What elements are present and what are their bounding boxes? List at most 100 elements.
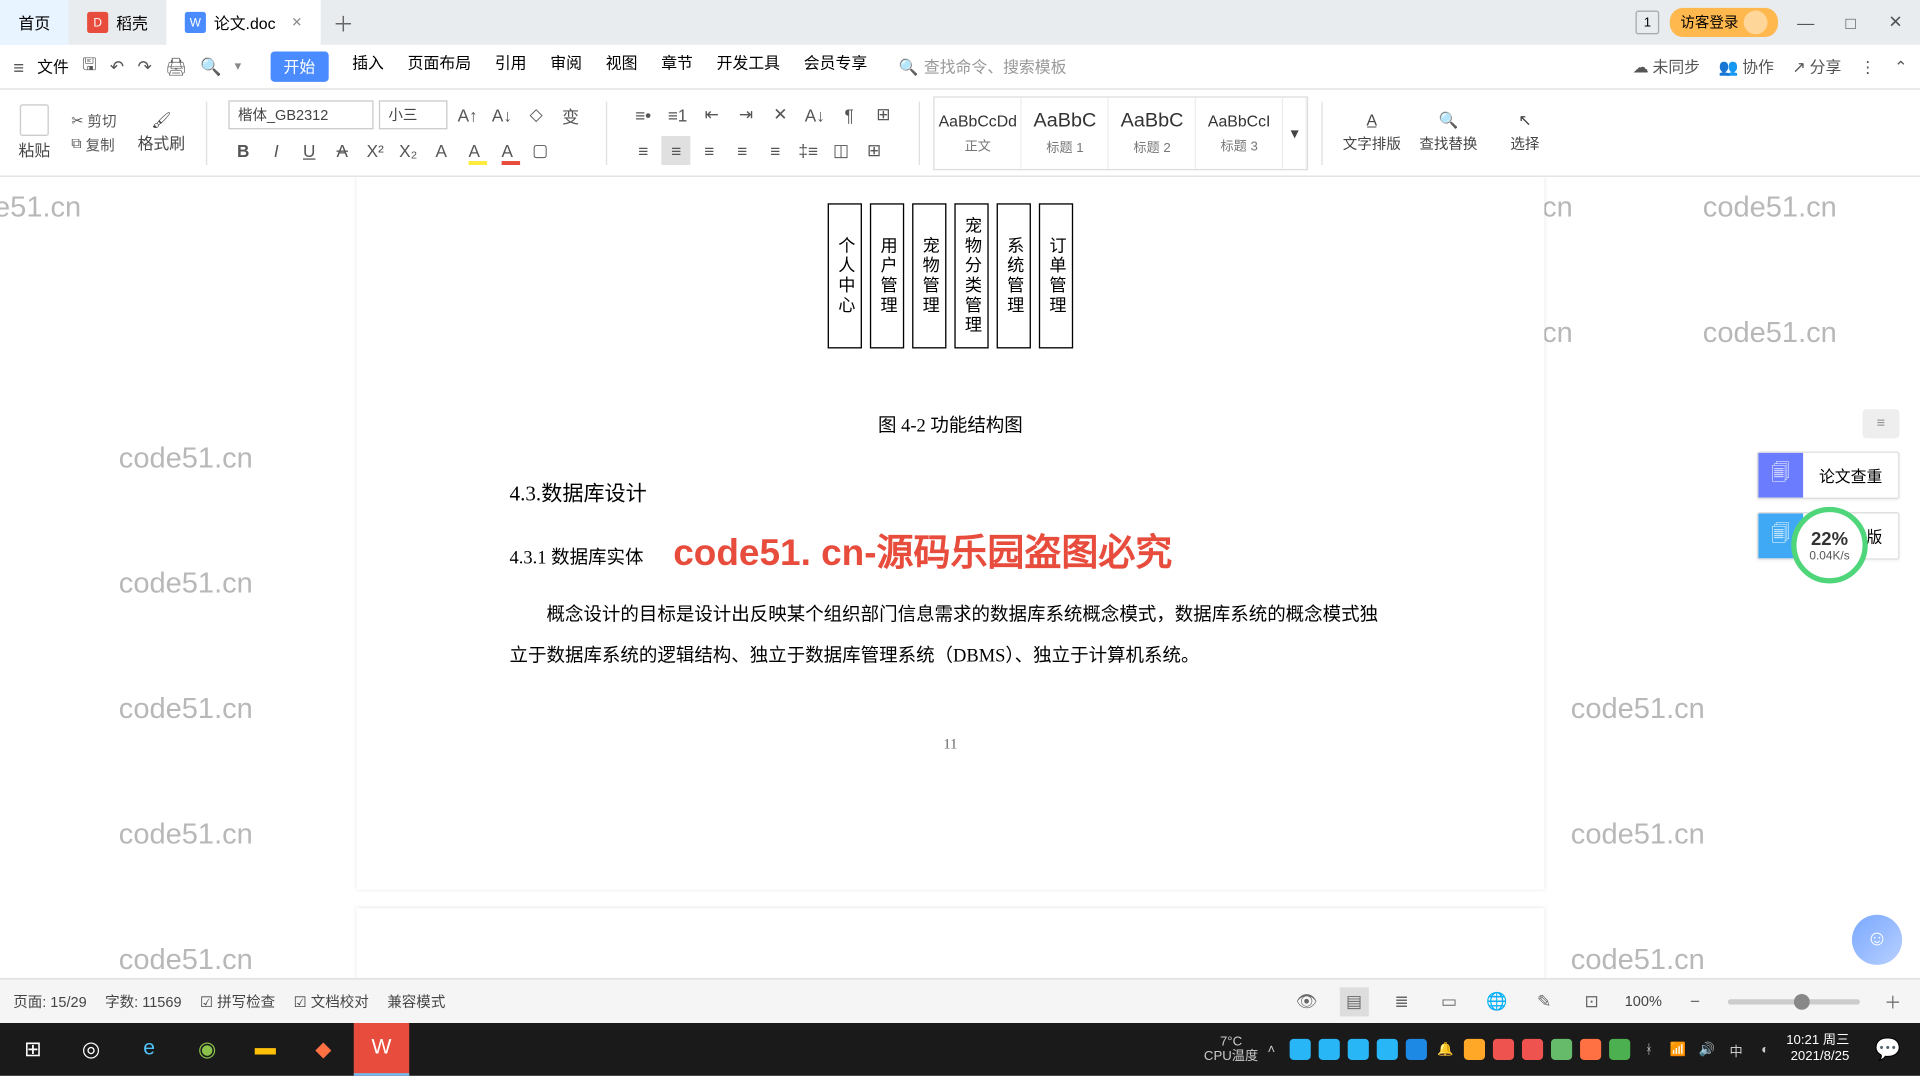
select-button[interactable]: ↖选择 (1489, 111, 1560, 155)
tray-shield-icon[interactable] (1406, 1039, 1427, 1060)
tray-up-icon[interactable]: ˄ (1261, 1039, 1282, 1060)
line-spacing-button[interactable]: ‡≡ (794, 136, 823, 165)
document-area[interactable]: code51.cn code51.cn code51.cn code51.cn … (0, 177, 1920, 1026)
style-heading3[interactable]: AaBbCcI标题 3 (1196, 97, 1283, 168)
ime-icon[interactable]: 中 (1725, 1039, 1746, 1060)
shading-button[interactable]: ◫ (827, 136, 856, 165)
tabs-button[interactable]: ⊞ (869, 100, 898, 129)
status-wordcount[interactable]: 字数: 11569 (105, 991, 181, 1012)
tray-icon[interactable] (1493, 1039, 1514, 1060)
show-marks-button[interactable]: ¶ (835, 100, 864, 129)
view-read-button[interactable]: ▭ (1435, 987, 1464, 1016)
strikethrough-button[interactable]: A (328, 136, 357, 165)
view-web-button[interactable]: 🌐 (1482, 987, 1511, 1016)
styles-more-button[interactable]: ▾ (1283, 97, 1307, 168)
tray-icon[interactable] (1464, 1039, 1485, 1060)
task-explorer[interactable]: ▬ (238, 1023, 293, 1076)
eye-icon[interactable]: 👁 (1292, 987, 1321, 1016)
find-replace-button[interactable]: 🔍查找替换 (1413, 111, 1484, 155)
redo-icon[interactable]: ↷ (138, 56, 152, 77)
tray-icon[interactable] (1319, 1039, 1340, 1060)
bluetooth-icon[interactable]: ᚼ (1638, 1039, 1659, 1060)
superscript-button[interactable]: X² (361, 136, 390, 165)
cut-button[interactable]: ✂ 剪切 (71, 110, 116, 131)
number-list-button[interactable]: ≡1 (663, 100, 692, 129)
task-wps[interactable]: W (354, 1023, 409, 1076)
task-app-1[interactable]: ◎ (63, 1023, 118, 1076)
tray-icon[interactable] (1551, 1039, 1572, 1060)
maximize-button[interactable]: □ (1833, 13, 1867, 33)
zoom-out-button[interactable]: − (1680, 987, 1709, 1016)
increase-indent-button[interactable]: ⇥ (732, 100, 761, 129)
volume-icon[interactable]: 🔊 (1696, 1039, 1717, 1060)
command-search[interactable]: 🔍查找命令、搜索模板 (899, 55, 1067, 77)
align-center-button[interactable]: ≡ (662, 136, 691, 165)
asian-layout-button[interactable]: ✕ (766, 100, 795, 129)
ribbon-tab-start[interactable]: 开始 (270, 51, 328, 81)
file-menu[interactable]: 文件 (37, 55, 69, 77)
minimize-button[interactable]: — (1789, 13, 1823, 33)
style-heading1[interactable]: AaBbC标题 1 (1022, 97, 1109, 168)
ribbon-tab-view[interactable]: 视图 (606, 51, 638, 81)
ribbon-tab-pagelayout[interactable]: 页面布局 (408, 51, 471, 81)
zoom-in-button[interactable]: ＋ (1878, 987, 1907, 1016)
speed-widget[interactable]: 22% 0.04K/s (1791, 507, 1868, 584)
bullet-list-button[interactable]: ≡• (629, 100, 658, 129)
styles-gallery[interactable]: AaBbCcDd正文 AaBbC标题 1 AaBbC标题 2 AaBbCcI标题… (934, 96, 1309, 170)
align-right-button[interactable]: ≡ (695, 136, 724, 165)
font-name-select[interactable]: 楷体_GB2312 (229, 100, 374, 129)
phonetic-icon[interactable]: 变 (556, 100, 585, 129)
ribbon-tab-devtools[interactable]: 开发工具 (717, 51, 780, 81)
guest-login-button[interactable]: 访客登录 (1670, 8, 1778, 37)
tray-icon[interactable] (1348, 1039, 1369, 1060)
ribbon-tab-insert[interactable]: 插入 (352, 51, 384, 81)
status-proofread[interactable]: ☑ 文档校对 (294, 991, 369, 1012)
coop-button[interactable]: 👥 协作 (1718, 55, 1773, 77)
ribbon-tab-chapter[interactable]: 章节 (661, 51, 693, 81)
status-page[interactable]: 页面: 15/29 (13, 991, 86, 1012)
tab-docell[interactable]: D稻壳 (69, 0, 167, 45)
tab-document[interactable]: W论文.doc✕ (166, 0, 321, 45)
char-border-button[interactable]: ▢ (526, 136, 555, 165)
float-assistant-icon[interactable]: ☺ (1852, 915, 1902, 965)
add-tab-button[interactable]: ＋ (321, 0, 366, 45)
format-painter-button[interactable]: 🖌格式刷 (138, 111, 186, 155)
text-layout-button[interactable]: A̲文字排版 (1336, 111, 1407, 155)
increase-font-icon[interactable]: A↑ (453, 100, 482, 129)
style-normal[interactable]: AaBbCcDd正文 (935, 97, 1022, 168)
tray-icon[interactable] (1522, 1039, 1543, 1060)
underline-button[interactable]: U (295, 136, 324, 165)
bold-button[interactable]: B (229, 136, 258, 165)
view-outline-button[interactable]: ≣ (1387, 987, 1416, 1016)
ribbon-tab-reference[interactable]: 引用 (495, 51, 527, 81)
plagiarism-check-button[interactable]: 🗐论文查重 (1757, 451, 1900, 499)
font-size-select[interactable]: 小三 (379, 100, 448, 129)
view-focus-button[interactable]: ✎ (1530, 987, 1559, 1016)
collapse-ribbon-icon[interactable]: ⌃ (1894, 57, 1907, 75)
notifications-button[interactable]: 💬 (1860, 1023, 1915, 1076)
subscript-button[interactable]: X₂ (394, 136, 423, 165)
zoom-slider[interactable] (1728, 999, 1860, 1004)
fit-page-button[interactable]: ⊡ (1577, 987, 1606, 1016)
font-color-button[interactable]: A (493, 136, 522, 165)
task-app-2[interactable]: ◆ (296, 1023, 351, 1076)
tray-icon[interactable] (1580, 1039, 1601, 1060)
collapse-side-icon[interactable]: ≡ (1863, 409, 1900, 438)
clear-format-icon[interactable]: ◇ (522, 100, 551, 129)
text-effect-button[interactable]: A (427, 136, 456, 165)
print-icon[interactable]: 🖨 (165, 56, 187, 77)
tab-home[interactable]: 首页 (0, 0, 69, 45)
close-tab-icon[interactable]: ✕ (291, 15, 302, 30)
tray-bell-icon[interactable]: 🔔 (1435, 1039, 1456, 1060)
task-ie[interactable]: e (121, 1023, 176, 1076)
sync-status[interactable]: ☁ 未同步 (1633, 55, 1700, 77)
tray-icon[interactable]: ◐ (1755, 1039, 1776, 1060)
task-browser[interactable]: ◉ (180, 1023, 235, 1076)
ribbon-tab-member[interactable]: 会员专享 (804, 51, 867, 81)
borders-button[interactable]: ⊞ (860, 136, 889, 165)
tray-icon[interactable] (1290, 1039, 1311, 1060)
hamburger-icon[interactable]: ≡ (13, 56, 24, 77)
ribbon-tab-review[interactable]: 审阅 (550, 51, 582, 81)
status-spellcheck[interactable]: ☑ 拼写检查 (200, 991, 275, 1012)
share-button[interactable]: ↗ 分享 (1792, 55, 1841, 77)
